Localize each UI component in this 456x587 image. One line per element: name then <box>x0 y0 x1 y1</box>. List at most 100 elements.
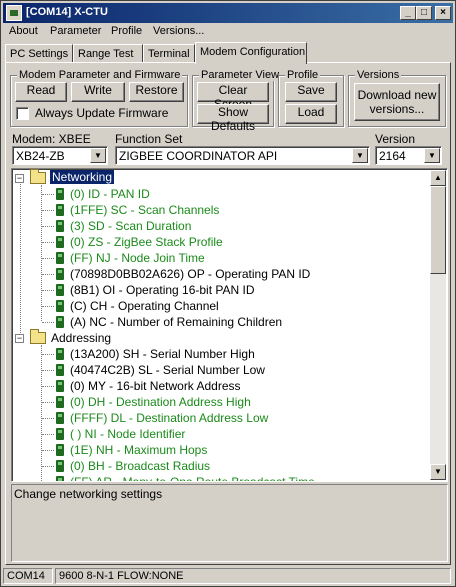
tab-range-test[interactable]: Range Test <box>73 44 143 63</box>
minimize-button[interactable]: _ <box>400 6 416 20</box>
tree-parameter-row[interactable]: (A) NC - Number of Remaining Children <box>56 314 426 330</box>
parameter-label: (A) NC - Number of Remaining Children <box>70 315 283 329</box>
description-box: Change networking settings <box>11 484 448 562</box>
parameter-icon <box>56 220 64 232</box>
collapse-icon[interactable]: − <box>15 174 24 183</box>
menu-parameter[interactable]: Parameter <box>50 25 101 37</box>
chevron-down-icon[interactable]: ▼ <box>90 148 106 163</box>
maximize-button[interactable]: □ <box>416 6 432 20</box>
read-button[interactable]: Read <box>15 82 67 102</box>
versions-group: Versions Download new versions... <box>348 69 446 127</box>
tree-line <box>42 210 54 211</box>
show-defaults-label: Show Defaults <box>210 105 256 133</box>
scroll-down-icon[interactable]: ▼ <box>430 464 446 480</box>
always-update-checkbox[interactable] <box>16 107 29 120</box>
tree-parameter-row[interactable]: (FFFF) DL - Destination Address Low <box>56 410 426 426</box>
parameter-label: (8B1) OI - Operating 16-bit PAN ID <box>70 283 255 297</box>
clear-screen-button[interactable]: Clear Screen <box>197 82 269 111</box>
save-label: Save <box>297 83 325 97</box>
tree-line <box>42 418 54 419</box>
app-window: [COM14] X-CTU _ □ × About Parameter Prof… <box>0 0 456 587</box>
write-button[interactable]: Write <box>71 82 125 102</box>
tree-parameter-row[interactable]: ( ) NI - Node Identifier <box>56 426 426 442</box>
tree-parameter-row[interactable]: (FF) NJ - Node Join Time <box>56 250 426 266</box>
parameter-icon <box>56 284 64 296</box>
tree-parameter-row[interactable]: (FF) AR - Many-to-One Route Broadcast Ti… <box>56 474 426 482</box>
parameter-icon <box>56 204 64 216</box>
scroll-thumb[interactable] <box>430 186 446 274</box>
chevron-down-icon[interactable]: ▼ <box>424 148 440 163</box>
restore-button[interactable]: Restore <box>129 82 184 102</box>
tree-line <box>41 185 42 321</box>
parameter-label: (1E) NH - Maximum Hops <box>70 443 208 457</box>
tree-parameter-row[interactable]: (1E) NH - Maximum Hops <box>56 442 426 458</box>
tree-parameter-row[interactable]: (40474C2B) SL - Serial Number Low <box>56 362 426 378</box>
tree-parameter-row[interactable]: (13A200) SH - Serial Number High <box>56 346 426 362</box>
tree-folder-addressing[interactable]: − Addressing <box>15 329 215 346</box>
modem-parameter-group-title: Modem Parameter and Firmware <box>17 69 183 81</box>
menu-profile[interactable]: Profile <box>111 25 142 37</box>
parameter-label: (FF) AR - Many-to-One Route Broadcast Ti… <box>70 475 315 482</box>
show-defaults-button[interactable]: Show Defaults <box>197 104 269 133</box>
window-title: [COM14] X-CTU <box>26 6 108 18</box>
tree-parameter-row[interactable]: (0) ID - PAN ID <box>56 186 426 202</box>
tree-parameter-row[interactable]: (0) ZS - ZigBee Stack Profile <box>56 234 426 250</box>
parameter-icon <box>56 444 64 456</box>
tree-parameter-row[interactable]: (3) SD - Scan Duration <box>56 218 426 234</box>
parameter-icon <box>56 364 64 376</box>
menu-about[interactable]: About <box>9 25 38 37</box>
tree-parameter-row[interactable]: (8B1) OI - Operating 16-bit PAN ID <box>56 282 426 298</box>
load-profile-button[interactable]: Load <box>285 104 337 124</box>
tree-line <box>42 354 54 355</box>
tree-parameter-row[interactable]: (0) BH - Broadcast Radius <box>56 458 426 474</box>
parameter-tree[interactable]: − Networking (0) ID - PAN ID (1FFE) SC - … <box>11 168 448 482</box>
modem-parameter-group: Modem Parameter and Firmware Read Write … <box>10 69 188 127</box>
profile-group: Profile Save Load <box>278 69 344 127</box>
menu-versions[interactable]: Versions... <box>153 25 204 37</box>
close-button[interactable]: × <box>435 6 451 20</box>
tree-line <box>42 258 54 259</box>
function-set-value: ZIGBEE COORDINATOR API <box>119 149 278 163</box>
restore-button-label: Restore <box>135 83 178 97</box>
tab-strip: PC Settings Range Test Terminal Modem Co… <box>5 42 451 64</box>
chevron-down-icon[interactable]: ▼ <box>352 148 368 163</box>
parameter-icon <box>56 428 64 440</box>
function-set-select[interactable]: ZIGBEE COORDINATOR API ▼ <box>115 146 370 165</box>
tab-pc-settings[interactable]: PC Settings <box>5 44 73 63</box>
tree-line <box>42 450 54 451</box>
parameter-icon <box>56 380 64 392</box>
tree-line <box>42 322 54 323</box>
download-label-line1: Download new <box>357 88 437 102</box>
parameter-label: (0) ID - PAN ID <box>70 187 150 201</box>
tab-terminal[interactable]: Terminal <box>143 44 195 63</box>
tree-parameter-row[interactable]: (0) MY - 16-bit Network Address <box>56 378 426 394</box>
parameter-icon <box>56 476 64 481</box>
modem-select[interactable]: XB24-ZB ▼ <box>12 146 108 165</box>
parameter-icon <box>56 412 64 424</box>
write-button-label: Write <box>84 83 112 97</box>
scroll-up-icon[interactable]: ▲ <box>430 170 446 186</box>
parameter-label: (FF) NJ - Node Join Time <box>70 251 205 265</box>
version-select[interactable]: 2164 ▼ <box>375 146 442 165</box>
tree-parameter-row[interactable]: (70898D0BB02A626) OP - Operating PAN ID <box>56 266 426 282</box>
tree-parameter-row[interactable]: (0) DH - Destination Address High <box>56 394 426 410</box>
tree-parameter-row[interactable]: (1FFE) SC - Scan Channels <box>56 202 426 218</box>
folder-icon <box>30 169 46 184</box>
save-profile-button[interactable]: Save <box>285 82 337 102</box>
status-port: COM14 <box>3 568 53 584</box>
tree-folder-networking[interactable]: − Networking <box>15 169 215 186</box>
parameter-label: (3) SD - Scan Duration <box>70 219 192 233</box>
collapse-icon[interactable]: − <box>15 334 24 343</box>
title-bar[interactable]: [COM14] X-CTU _ □ × <box>3 3 453 23</box>
tab-modem-configuration[interactable]: Modem Configuration <box>195 42 307 64</box>
modem-configuration-panel: Modem Parameter and Firmware Read Write … <box>5 62 451 565</box>
profile-group-title: Profile <box>285 69 321 81</box>
parameter-label: (1FFE) SC - Scan Channels <box>70 203 220 217</box>
parameter-label: (70898D0BB02A626) OP - Operating PAN ID <box>70 267 311 281</box>
download-versions-button[interactable]: Download new versions... <box>354 83 440 121</box>
tree-line <box>20 177 21 335</box>
tree-parameter-row[interactable]: (C) CH - Operating Channel <box>56 298 426 314</box>
tree-line <box>42 370 54 371</box>
parameter-label: (0) BH - Broadcast Radius <box>70 459 211 473</box>
vertical-scrollbar[interactable]: ▲ ▼ <box>430 170 446 480</box>
